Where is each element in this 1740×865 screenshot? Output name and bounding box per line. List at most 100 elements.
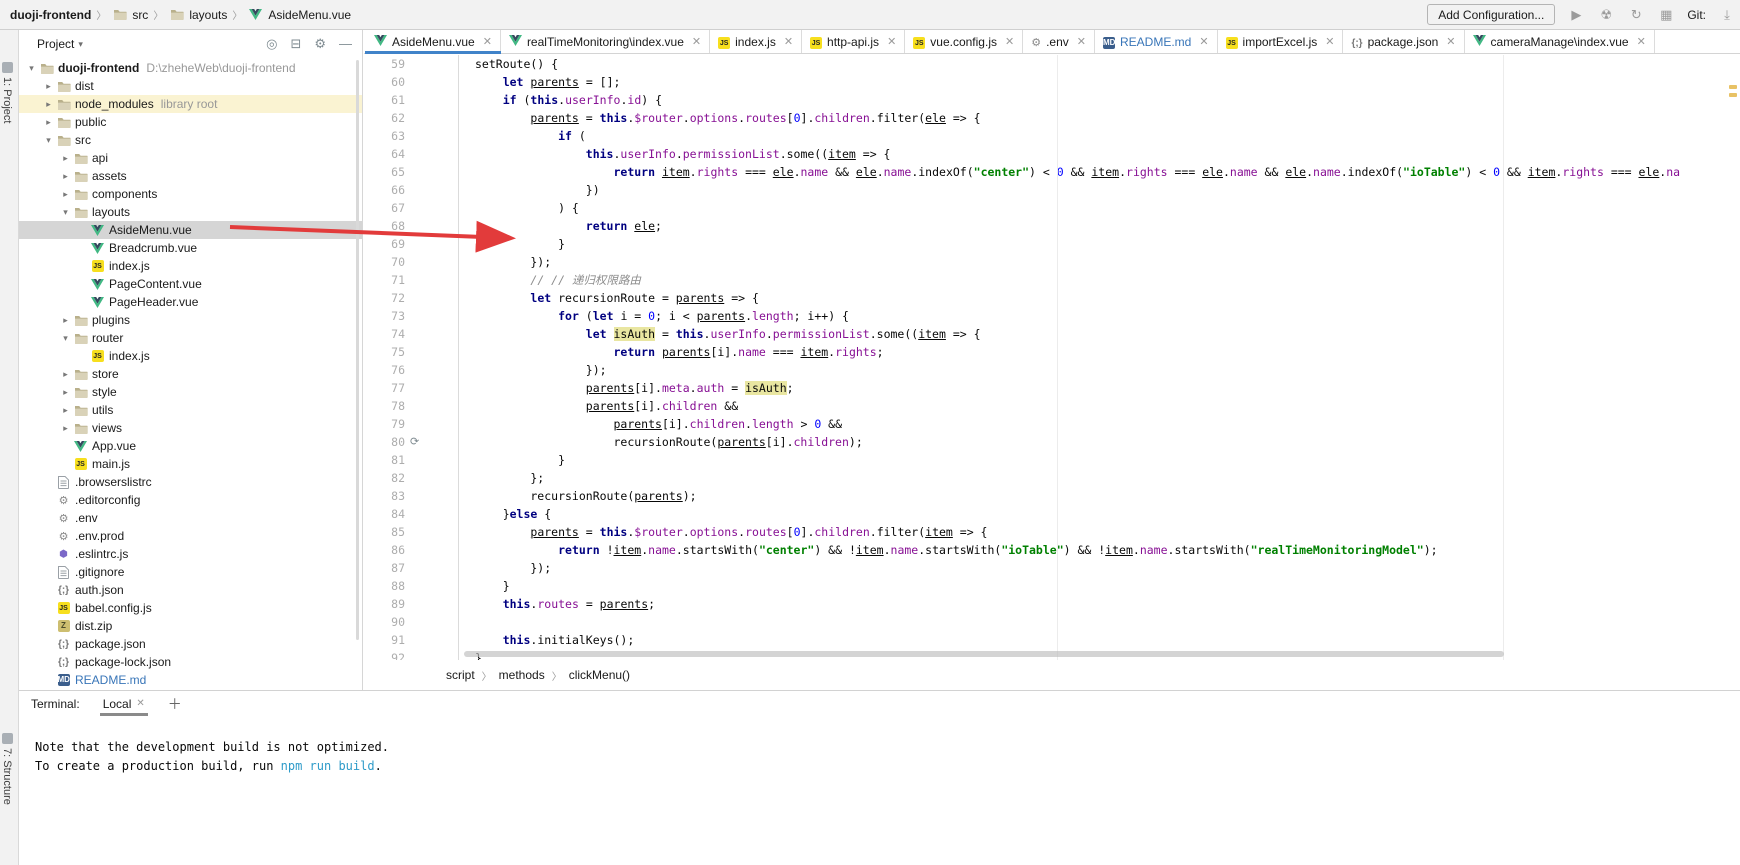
tree-item[interactable]: App.vue <box>19 437 362 455</box>
line-number[interactable]: 65 <box>364 163 405 181</box>
recursive-call-icon[interactable]: ⟳ <box>405 433 459 451</box>
line-number[interactable]: 76 <box>364 361 405 379</box>
terminal-tab-local[interactable]: Local ✕ <box>100 691 148 716</box>
debug-icon[interactable]: ☢ <box>1597 6 1615 24</box>
code-line[interactable]: 65 return item.rights === ele.name && el… <box>364 163 1740 181</box>
tree-item[interactable]: {;}package-lock.json <box>19 653 362 671</box>
code-line[interactable]: 60 let parents = []; <box>364 73 1740 91</box>
editor-tab[interactable]: MDREADME.md✕ <box>1095 30 1218 53</box>
close-icon[interactable]: ✕ <box>887 35 896 48</box>
editor-tab[interactable]: JSvue.config.js✕ <box>905 30 1023 53</box>
line-number[interactable]: 72 <box>364 289 405 307</box>
inspection-mark[interactable] <box>1729 93 1737 97</box>
tree-item[interactable]: ⚙.env <box>19 509 362 527</box>
chevron-down-icon[interactable]: ▾ <box>42 135 55 146</box>
breadcrumb-item[interactable]: script <box>446 668 475 682</box>
tree-item[interactable]: JSindex.js <box>19 257 362 275</box>
line-number[interactable]: 87 <box>364 559 405 577</box>
close-icon[interactable]: ✕ <box>1637 35 1646 48</box>
chevron-down-icon[interactable]: ▾ <box>59 207 72 218</box>
tree-item[interactable]: AsideMenu.vue <box>19 221 362 239</box>
tree-item[interactable]: ▾duoji-frontendD:\zheheWeb\duoji-fronten… <box>19 59 362 77</box>
line-number[interactable]: 78 <box>364 397 405 415</box>
collapse-all-icon[interactable]: ⊟ <box>290 36 301 52</box>
line-number[interactable]: 90 <box>364 613 405 631</box>
line-number[interactable]: 91 <box>364 631 405 649</box>
code-line[interactable]: 71 // // 递归权限路由 <box>364 271 1740 289</box>
chevron-right-icon[interactable]: ▸ <box>59 369 72 380</box>
code-line[interactable]: 63 if ( <box>364 127 1740 145</box>
line-number[interactable]: 66 <box>364 181 405 199</box>
tree-item[interactable]: ▾layouts <box>19 203 362 221</box>
code-line[interactable]: 66 }) <box>364 181 1740 199</box>
tree-item[interactable]: PageHeader.vue <box>19 293 362 311</box>
code-line[interactable]: 83 recursionRoute(parents); <box>364 487 1740 505</box>
tree-item[interactable]: {;}package.json <box>19 635 362 653</box>
inspection-mark[interactable] <box>1729 85 1737 89</box>
chevron-right-icon[interactable]: ▸ <box>59 171 72 182</box>
tree-item[interactable]: PageContent.vue <box>19 275 362 293</box>
chevron-down-icon[interactable]: ▾ <box>59 333 72 344</box>
line-number[interactable]: 64 <box>364 145 405 163</box>
chevron-right-icon[interactable]: ▸ <box>59 315 72 326</box>
line-number[interactable]: 89 <box>364 595 405 613</box>
tree-item[interactable]: ▸components <box>19 185 362 203</box>
code-line[interactable]: 62 parents = this.$router.options.routes… <box>364 109 1740 127</box>
breadcrumb-item[interactable]: src <box>111 8 148 22</box>
tree-item[interactable]: ⬢.eslintrc.js <box>19 545 362 563</box>
line-number[interactable]: 92 <box>364 649 405 660</box>
chevron-down-icon[interactable]: ▾ <box>25 63 38 74</box>
tree-item[interactable]: ▸plugins <box>19 311 362 329</box>
editor-tab[interactable]: AsideMenu.vue✕ <box>366 30 501 53</box>
code-line[interactable]: 75 return parents[i].name === item.right… <box>364 343 1740 361</box>
chevron-right-icon[interactable]: ▸ <box>59 405 72 416</box>
line-number[interactable]: 82 <box>364 469 405 487</box>
close-icon[interactable]: ✕ <box>784 35 793 48</box>
tree-item[interactable]: ▾router <box>19 329 362 347</box>
tree-item[interactable]: ▸style <box>19 383 362 401</box>
line-number[interactable]: 62 <box>364 109 405 127</box>
code-line[interactable]: 70 }); <box>364 253 1740 271</box>
close-icon[interactable]: ✕ <box>1199 35 1208 48</box>
project-scrollbar[interactable] <box>356 60 359 640</box>
tree-item[interactable]: ▸store <box>19 365 362 383</box>
code-line[interactable]: 61 if (this.userInfo.id) { <box>364 91 1740 109</box>
line-number[interactable]: 61 <box>364 91 405 109</box>
line-number[interactable]: 81 <box>364 451 405 469</box>
tree-item[interactable]: ▾src <box>19 131 362 149</box>
code-line[interactable]: 76 }); <box>364 361 1740 379</box>
tree-item[interactable]: {;}auth.json <box>19 581 362 599</box>
code-line[interactable]: 59setRoute() { <box>364 55 1740 73</box>
run-icon[interactable]: ▶ <box>1567 6 1585 24</box>
settings-gear-icon[interactable]: ⚙ <box>314 36 326 52</box>
chevron-right-icon[interactable]: ▸ <box>42 99 55 110</box>
code-editor[interactable]: 59setRoute() {60 let parents = [];61 if … <box>364 55 1740 660</box>
tree-item[interactable]: JSbabel.config.js <box>19 599 362 617</box>
tree-item[interactable]: JSmain.js <box>19 455 362 473</box>
code-line[interactable]: 90 <box>364 613 1740 631</box>
tool-window-structure[interactable]: 7: Structure <box>1 731 13 805</box>
close-icon[interactable]: ✕ <box>1325 35 1334 48</box>
line-number[interactable]: 88 <box>364 577 405 595</box>
line-number[interactable]: 69 <box>364 235 405 253</box>
update-project-icon[interactable]: ↻ <box>1627 6 1645 24</box>
tree-item[interactable]: JSindex.js <box>19 347 362 365</box>
code-line[interactable]: 78 parents[i].children && <box>364 397 1740 415</box>
line-number[interactable]: 80 <box>364 433 405 451</box>
code-line[interactable]: 79 parents[i].children.length > 0 && <box>364 415 1740 433</box>
new-terminal-icon[interactable]: ＋ <box>168 694 182 714</box>
editor-tab[interactable]: realTimeMonitoring\index.vue✕ <box>501 30 710 53</box>
tree-item[interactable]: ▸utils <box>19 401 362 419</box>
project-view-selector[interactable]: Project▾ <box>37 37 83 51</box>
tree-item[interactable]: ▸public <box>19 113 362 131</box>
line-number[interactable]: 84 <box>364 505 405 523</box>
code-line[interactable]: 80⟳ recursionRoute(parents[i].children); <box>364 433 1740 451</box>
code-line[interactable]: 72 let recursionRoute = parents => { <box>364 289 1740 307</box>
line-number[interactable]: 68 <box>364 217 405 235</box>
editor-tab[interactable]: cameraManage\index.vue✕ <box>1465 30 1655 53</box>
chevron-right-icon[interactable]: ▸ <box>42 81 55 92</box>
code-line[interactable]: 86 return !item.name.startsWith("center"… <box>364 541 1740 559</box>
code-line[interactable]: 67 ) { <box>364 199 1740 217</box>
add-configuration-button[interactable]: Add Configuration... <box>1427 4 1555 25</box>
tree-item[interactable]: ▸assets <box>19 167 362 185</box>
